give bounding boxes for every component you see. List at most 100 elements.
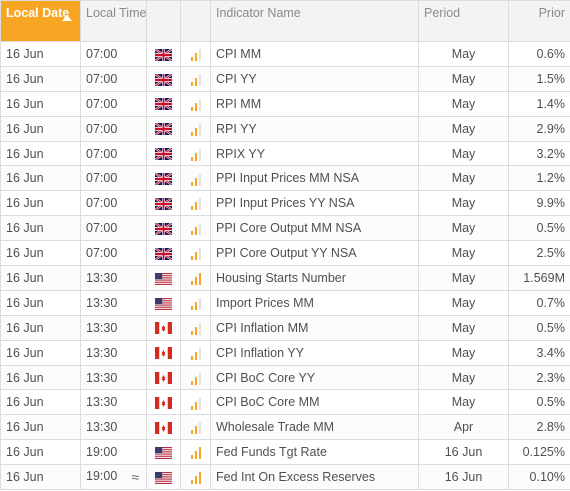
row-prior: 3.2% [508,140,570,167]
column-header-country[interactable] [146,0,181,42]
row-indicator-name[interactable]: RPI YY [210,115,419,142]
ca-flag-icon [155,422,172,434]
row-country [146,389,181,416]
row-country [146,339,181,366]
row-indicator-name[interactable]: CPI Inflation YY [210,339,419,366]
row-country [146,464,181,491]
row-indicator-name[interactable]: CPI Inflation MM [210,314,419,341]
column-header-period[interactable]: Period [418,0,509,42]
table-row[interactable]: 16 Jun 13:30 CPI Inflation MM May 0.5% [0,314,570,341]
row-date: 16 Jun [0,265,81,291]
table-row[interactable]: 16 Jun 13:30 Import Prices MM May 0.7% [0,289,570,316]
row-indicator-name[interactable]: Fed Int On Excess Reserves [210,464,419,491]
row-time-text: 07:00 [86,146,118,161]
row-time: 07:00 [80,165,147,192]
row-time-text: 07:00 [86,221,118,236]
row-indicator-name[interactable]: CPI BoC Core YY [210,364,419,391]
row-date: 16 Jun [0,215,81,242]
uk-flag-icon [154,122,173,137]
row-date: 16 Jun [0,464,81,491]
row-prior: 0.6% [508,41,570,67]
table-row[interactable]: 16 Jun 07:00 PPI Input Prices MM NSA May 1.2… [0,165,570,192]
row-time-text: 07:00 [86,46,118,61]
impact-bars-icon [190,73,201,86]
period-label: Period [424,6,461,20]
row-period: May [418,165,509,192]
column-header-local-time[interactable]: Local Time [80,0,147,42]
table-row[interactable]: 16 Jun 07:00 RPI MM May 1.4% [0,90,570,117]
row-prior: 3.4% [508,339,570,366]
row-indicator-name[interactable]: PPI Core Output YY NSA [210,240,419,267]
row-time-text: 13:30 [86,295,118,310]
column-header-prior[interactable]: Prior [508,0,570,42]
row-prior: 2.8% [508,414,570,441]
row-country [146,165,181,192]
impact-bars-icon [190,197,201,211]
column-header-local-date[interactable]: Local Date [0,0,81,42]
row-country [146,314,181,341]
row-indicator-name[interactable]: RPIX YY [210,140,419,167]
row-date: 16 Jun [0,439,81,466]
row-date: 16 Jun [0,165,81,192]
table-row[interactable]: 16 Jun 07:00 PPI Core Output MM NSA May 0.5% [0,215,570,242]
row-country [146,65,181,92]
economic-calendar-table: Local Date Local Time Indicator Name Per… [0,0,570,491]
row-indicator-name[interactable]: CPI MM [210,41,419,67]
row-indicator-name[interactable]: PPI Input Prices YY NSA [210,190,419,217]
uk-flag-icon [154,97,173,112]
row-indicator-name[interactable]: Fed Funds Tgt Rate [210,439,419,466]
row-impact [180,464,211,491]
table-row[interactable]: 16 Jun 07:00 CPI MM May 0.6% [0,41,570,67]
table-row[interactable]: 16 Jun 13:30 CPI BoC Core MM May 0.5% [0,389,570,416]
row-date: 16 Jun [0,314,81,341]
row-time-text: 13:30 [86,395,118,410]
row-prior: 0.5% [508,389,570,416]
impact-bars-icon [190,148,201,161]
sort-ascending-icon [62,15,72,21]
table-row[interactable]: 16 Jun 13:30 Housing Starts Number May 1.569… [0,265,570,291]
impact-bars-icon [190,123,201,136]
impact-bars-icon [190,347,201,360]
row-date: 16 Jun [0,115,81,142]
uk-flag-icon [154,47,173,62]
row-time-text: 07:00 [86,121,118,136]
ca-flag-icon [155,347,172,360]
row-impact [180,389,211,416]
row-impact [180,215,211,242]
row-indicator-name[interactable]: Housing Starts Number [210,265,419,291]
row-time: 13:30 [80,265,147,291]
row-indicator-name[interactable]: PPI Input Prices MM NSA [210,165,419,192]
impact-bars-icon [190,421,201,435]
row-time: 13:30 [80,414,147,441]
table-row[interactable]: 16 Jun 13:30 Wholesale Trade MM Apr 2.8% [0,414,570,441]
us-flag-icon [155,446,172,459]
table-row[interactable]: 16 Jun 07:00 RPIX YY May 3.2% [0,140,570,167]
row-time: 07:00 [80,65,147,92]
local-date-label: Local Date [6,6,70,20]
row-time-text: 13:30 [86,270,118,285]
row-indicator-name[interactable]: Wholesale Trade MM [210,414,419,441]
table-row[interactable]: 16 Jun 13:30 CPI BoC Core YY May 2.3% [0,364,570,391]
column-header-indicator-name[interactable]: Indicator Name [210,0,419,42]
table-row[interactable]: 16 Jun 19:00 Fed Funds Tgt Rate 16 Jun 0.125… [0,439,570,466]
table-row[interactable]: 16 Jun 13:30 CPI Inflation YY May 3.4% [0,339,570,366]
row-indicator-name[interactable]: RPI MM [210,90,419,117]
row-impact [180,289,211,316]
row-time: 07:00 [80,240,147,267]
table-row[interactable]: 16 Jun 07:00 PPI Input Prices YY NSA May 9.9… [0,190,570,217]
row-prior: 1.569M [508,265,570,291]
row-prior: 2.5% [508,240,570,267]
row-indicator-name[interactable]: CPI BoC Core MM [210,389,419,416]
table-row[interactable]: 16 Jun 07:00 CPI YY May 1.5% [0,65,570,92]
column-header-impact[interactable] [180,0,211,42]
uk-flag-icon [154,172,173,187]
row-indicator-name[interactable]: Import Prices MM [210,289,419,316]
row-impact [180,364,211,391]
table-row[interactable]: 16 Jun 07:00 RPI YY May 2.9% [0,115,570,142]
table-row[interactable]: 16 Jun 19:00 ≈ Fed Int On Excess Reserves 1… [0,464,570,491]
impact-bars-icon [190,471,201,485]
table-row[interactable]: 16 Jun 07:00 PPI Core Output YY NSA May 2.5% [0,240,570,267]
row-indicator-name[interactable]: PPI Core Output MM NSA [210,215,419,242]
row-time-text: 13:30 [86,345,118,360]
row-indicator-name[interactable]: CPI YY [210,65,419,92]
